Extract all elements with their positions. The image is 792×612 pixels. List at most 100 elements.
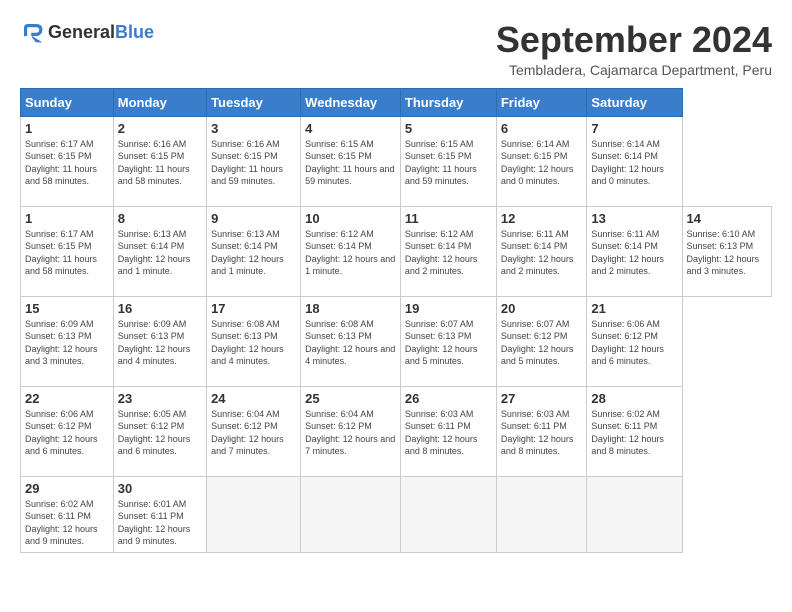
day-info: Sunrise: 6:05 AM Sunset: 6:12 PM Dayligh… <box>118 408 202 458</box>
day-number: 26 <box>405 391 492 406</box>
day-info: Sunrise: 6:07 AM Sunset: 6:12 PM Dayligh… <box>501 318 583 368</box>
day-info: Sunrise: 6:08 AM Sunset: 6:13 PM Dayligh… <box>305 318 396 368</box>
calendar-cell: 3 Sunrise: 6:16 AM Sunset: 6:15 PM Dayli… <box>207 116 301 206</box>
calendar-cell: 10 Sunrise: 6:12 AM Sunset: 6:14 PM Dayl… <box>301 206 401 296</box>
day-number: 5 <box>405 121 492 136</box>
day-info: Sunrise: 6:08 AM Sunset: 6:13 PM Dayligh… <box>211 318 296 368</box>
day-info: Sunrise: 6:06 AM Sunset: 6:12 PM Dayligh… <box>591 318 677 368</box>
day-info: Sunrise: 6:10 AM Sunset: 6:13 PM Dayligh… <box>687 228 767 278</box>
day-info: Sunrise: 6:06 AM Sunset: 6:12 PM Dayligh… <box>25 408 109 458</box>
day-number: 14 <box>687 211 767 226</box>
day-number: 1 <box>25 121 109 136</box>
calendar-week-3: 15 Sunrise: 6:09 AM Sunset: 6:13 PM Dayl… <box>21 296 772 386</box>
weekday-header-monday: Monday <box>113 88 206 116</box>
calendar-cell: 2 Sunrise: 6:16 AM Sunset: 6:15 PM Dayli… <box>113 116 206 206</box>
calendar-week-4: 22 Sunrise: 6:06 AM Sunset: 6:12 PM Dayl… <box>21 386 772 476</box>
month-title: September 2024 <box>496 20 772 60</box>
day-info: Sunrise: 6:17 AM Sunset: 6:15 PM Dayligh… <box>25 138 109 188</box>
day-info: Sunrise: 6:16 AM Sunset: 6:15 PM Dayligh… <box>211 138 296 188</box>
day-info: Sunrise: 6:11 AM Sunset: 6:14 PM Dayligh… <box>501 228 583 278</box>
calendar-cell: 21 Sunrise: 6:06 AM Sunset: 6:12 PM Dayl… <box>587 296 682 386</box>
calendar-table: SundayMondayTuesdayWednesdayThursdayFrid… <box>20 88 772 553</box>
day-info: Sunrise: 6:09 AM Sunset: 6:13 PM Dayligh… <box>118 318 202 368</box>
day-number: 13 <box>591 211 677 226</box>
calendar-cell: 20 Sunrise: 6:07 AM Sunset: 6:12 PM Dayl… <box>496 296 587 386</box>
calendar-cell: 6 Sunrise: 6:14 AM Sunset: 6:15 PM Dayli… <box>496 116 587 206</box>
calendar-cell: 25 Sunrise: 6:04 AM Sunset: 6:12 PM Dayl… <box>301 386 401 476</box>
day-number: 6 <box>501 121 583 136</box>
day-info: Sunrise: 6:03 AM Sunset: 6:11 PM Dayligh… <box>405 408 492 458</box>
calendar-cell: 19 Sunrise: 6:07 AM Sunset: 6:13 PM Dayl… <box>400 296 496 386</box>
day-number: 9 <box>211 211 296 226</box>
page-header: GeneralBlue September 2024 Tembladera, C… <box>20 20 772 78</box>
calendar-cell: 26 Sunrise: 6:03 AM Sunset: 6:11 PM Dayl… <box>400 386 496 476</box>
calendar-cell: 22 Sunrise: 6:06 AM Sunset: 6:12 PM Dayl… <box>21 386 114 476</box>
weekday-header-friday: Friday <box>496 88 587 116</box>
weekday-header-tuesday: Tuesday <box>207 88 301 116</box>
day-number: 3 <box>211 121 296 136</box>
day-info: Sunrise: 6:07 AM Sunset: 6:13 PM Dayligh… <box>405 318 492 368</box>
logo: GeneralBlue <box>20 20 154 44</box>
calendar-cell: 1 Sunrise: 6:17 AM Sunset: 6:15 PM Dayli… <box>21 206 114 296</box>
day-number: 2 <box>118 121 202 136</box>
day-number: 25 <box>305 391 396 406</box>
calendar-cell: 17 Sunrise: 6:08 AM Sunset: 6:13 PM Dayl… <box>207 296 301 386</box>
day-number: 30 <box>118 481 202 496</box>
day-number: 20 <box>501 301 583 316</box>
calendar-cell: 30 Sunrise: 6:01 AM Sunset: 6:11 PM Dayl… <box>113 476 206 552</box>
calendar-cell: 7 Sunrise: 6:14 AM Sunset: 6:14 PM Dayli… <box>587 116 682 206</box>
calendar-week-1: 1 Sunrise: 6:17 AM Sunset: 6:15 PM Dayli… <box>21 116 772 206</box>
logo-general-text: General <box>48 22 115 42</box>
calendar-cell <box>496 476 587 552</box>
day-info: Sunrise: 6:13 AM Sunset: 6:14 PM Dayligh… <box>118 228 202 278</box>
day-number: 17 <box>211 301 296 316</box>
day-number: 28 <box>591 391 677 406</box>
day-info: Sunrise: 6:04 AM Sunset: 6:12 PM Dayligh… <box>305 408 396 458</box>
day-number: 27 <box>501 391 583 406</box>
calendar-cell: 29 Sunrise: 6:02 AM Sunset: 6:11 PM Dayl… <box>21 476 114 552</box>
calendar-cell <box>207 476 301 552</box>
day-info: Sunrise: 6:13 AM Sunset: 6:14 PM Dayligh… <box>211 228 296 278</box>
calendar-cell: 18 Sunrise: 6:08 AM Sunset: 6:13 PM Dayl… <box>301 296 401 386</box>
calendar-cell: 4 Sunrise: 6:15 AM Sunset: 6:15 PM Dayli… <box>301 116 401 206</box>
day-info: Sunrise: 6:09 AM Sunset: 6:13 PM Dayligh… <box>25 318 109 368</box>
calendar-cell: 14 Sunrise: 6:10 AM Sunset: 6:13 PM Dayl… <box>682 206 771 296</box>
calendar-cell: 23 Sunrise: 6:05 AM Sunset: 6:12 PM Dayl… <box>113 386 206 476</box>
title-section: September 2024 Tembladera, Cajamarca Dep… <box>496 20 772 78</box>
calendar-cell: 12 Sunrise: 6:11 AM Sunset: 6:14 PM Dayl… <box>496 206 587 296</box>
day-number: 18 <box>305 301 396 316</box>
day-number: 11 <box>405 211 492 226</box>
calendar-cell: 13 Sunrise: 6:11 AM Sunset: 6:14 PM Dayl… <box>587 206 682 296</box>
logo-icon <box>20 20 44 44</box>
calendar-week-2: 1 Sunrise: 6:17 AM Sunset: 6:15 PM Dayli… <box>21 206 772 296</box>
calendar-header-row: SundayMondayTuesdayWednesdayThursdayFrid… <box>21 88 772 116</box>
calendar-cell: 8 Sunrise: 6:13 AM Sunset: 6:14 PM Dayli… <box>113 206 206 296</box>
calendar-cell <box>587 476 682 552</box>
day-number: 10 <box>305 211 396 226</box>
day-number: 23 <box>118 391 202 406</box>
calendar-cell: 28 Sunrise: 6:02 AM Sunset: 6:11 PM Dayl… <box>587 386 682 476</box>
weekday-header-sunday: Sunday <box>21 88 114 116</box>
day-info: Sunrise: 6:03 AM Sunset: 6:11 PM Dayligh… <box>501 408 583 458</box>
day-info: Sunrise: 6:16 AM Sunset: 6:15 PM Dayligh… <box>118 138 202 188</box>
calendar-cell: 27 Sunrise: 6:03 AM Sunset: 6:11 PM Dayl… <box>496 386 587 476</box>
day-info: Sunrise: 6:12 AM Sunset: 6:14 PM Dayligh… <box>305 228 396 278</box>
day-info: Sunrise: 6:12 AM Sunset: 6:14 PM Dayligh… <box>405 228 492 278</box>
day-info: Sunrise: 6:02 AM Sunset: 6:11 PM Dayligh… <box>25 498 109 548</box>
day-number: 21 <box>591 301 677 316</box>
calendar-cell: 15 Sunrise: 6:09 AM Sunset: 6:13 PM Dayl… <box>21 296 114 386</box>
weekday-header-thursday: Thursday <box>400 88 496 116</box>
day-number: 1 <box>25 211 109 226</box>
calendar-cell <box>400 476 496 552</box>
day-number: 16 <box>118 301 202 316</box>
day-info: Sunrise: 6:15 AM Sunset: 6:15 PM Dayligh… <box>405 138 492 188</box>
day-number: 15 <box>25 301 109 316</box>
weekday-header-saturday: Saturday <box>587 88 682 116</box>
day-info: Sunrise: 6:02 AM Sunset: 6:11 PM Dayligh… <box>591 408 677 458</box>
calendar-week-5: 29 Sunrise: 6:02 AM Sunset: 6:11 PM Dayl… <box>21 476 772 552</box>
day-info: Sunrise: 6:15 AM Sunset: 6:15 PM Dayligh… <box>305 138 396 188</box>
day-number: 4 <box>305 121 396 136</box>
day-number: 12 <box>501 211 583 226</box>
day-info: Sunrise: 6:04 AM Sunset: 6:12 PM Dayligh… <box>211 408 296 458</box>
day-info: Sunrise: 6:11 AM Sunset: 6:14 PM Dayligh… <box>591 228 677 278</box>
